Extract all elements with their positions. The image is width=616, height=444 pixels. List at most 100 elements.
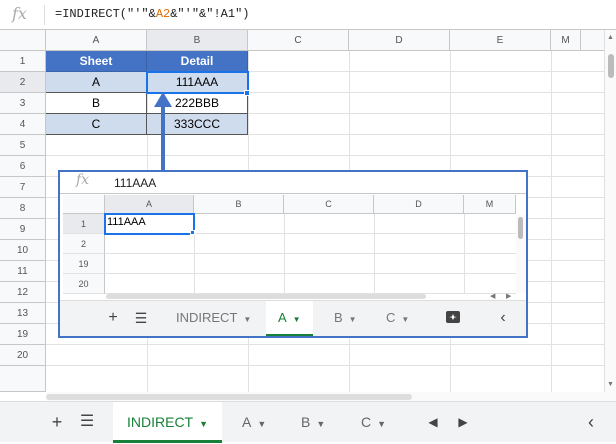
inset-formula-bar: fx 111AAA — [60, 172, 526, 194]
vertical-scroll-thumb[interactable] — [608, 54, 614, 78]
tab-label: INDIRECT — [127, 414, 194, 430]
row-header[interactable]: 7 — [0, 177, 46, 198]
header-cell-detail[interactable]: Detail — [147, 51, 248, 72]
inset-grid-lines — [105, 214, 516, 294]
inset-tab-a: A ▼ — [266, 301, 313, 336]
row-header[interactable]: 20 — [0, 345, 46, 366]
row-header[interactable]: 4 — [0, 114, 46, 135]
inset-column-header-m: M — [464, 195, 516, 214]
fx-icon: fx — [12, 4, 27, 23]
row-header[interactable]: 3 — [0, 93, 46, 114]
header-cell-sheet[interactable]: Sheet — [46, 51, 147, 72]
row-header-blank — [0, 366, 46, 392]
row-header[interactable]: 8 — [0, 198, 46, 219]
add-sheet-icon[interactable]: + — [42, 402, 72, 443]
table-cell[interactable]: B — [46, 93, 147, 114]
row-header[interactable]: 1 — [0, 51, 46, 72]
row-header[interactable]: 11 — [0, 261, 46, 282]
inset-explore-icon — [440, 301, 466, 336]
formula-input[interactable]: =INDIRECT("'"&A2&"'"&"!A1") — [55, 7, 249, 21]
tab-a[interactable]: A ▼ — [228, 402, 280, 443]
fill-handle[interactable] — [244, 90, 250, 96]
inset-tab-indirect: INDIRECT ▼ — [164, 301, 263, 336]
chevron-down-icon: ▼ — [316, 419, 326, 429]
chevron-down-icon: ▼ — [348, 315, 357, 324]
inset-sheet-tabs: + ☰ INDIRECT ▼ A ▼ B ▼ C ▼ ‹ — [60, 300, 526, 336]
inset-scroll-right-icon: ▶ — [506, 293, 512, 300]
scroll-tabs-left-icon[interactable]: ◀ — [418, 402, 448, 443]
tab-label: A — [242, 414, 252, 430]
chevron-down-icon: ▼ — [292, 315, 301, 324]
row-header[interactable]: 13 — [0, 303, 46, 324]
formula-part: &"'"&"! — [170, 7, 221, 21]
column-header-m[interactable]: M — [551, 30, 581, 51]
inset-vertical-scrollbar — [516, 215, 526, 293]
inset-formula-value: 111AAA — [114, 176, 157, 190]
row-header[interactable]: 5 — [0, 135, 46, 156]
tab-b[interactable]: B ▼ — [287, 402, 339, 443]
all-sheets-icon[interactable]: ☰ — [72, 402, 102, 443]
table-cell[interactable]: A — [46, 72, 147, 93]
row-header[interactable]: 6 — [0, 156, 46, 177]
inset-row-header: 2 — [63, 234, 105, 254]
inset-horizontal-scrollbar — [106, 293, 524, 300]
scroll-down-icon[interactable]: ▼ — [607, 381, 614, 388]
inset-tab-label: INDIRECT — [176, 310, 238, 325]
inset-cell-a1: 111AAA — [107, 216, 146, 228]
row-header[interactable]: 10 — [0, 240, 46, 261]
tab-label: B — [301, 414, 311, 430]
inset-fill-handle — [190, 230, 195, 235]
inset-add-sheet-icon: + — [108, 309, 118, 326]
inset-column-header-a: A — [105, 195, 194, 214]
inset-hscroll-thumb — [106, 294, 426, 299]
tab-c[interactable]: C ▼ — [347, 402, 400, 443]
inset-column-header-c: C — [284, 195, 374, 214]
table-cell[interactable]: 111AAA — [147, 72, 248, 93]
column-header-c[interactable]: C — [248, 30, 349, 51]
inset-tab-label: A — [278, 310, 287, 325]
inset-tab-label: C — [386, 310, 396, 325]
tab-indirect[interactable]: INDIRECT ▼ — [113, 402, 223, 443]
inset-tab-b: B ▼ — [322, 301, 369, 336]
formula-bar-divider — [44, 5, 45, 25]
tab-label: C — [361, 414, 372, 430]
formula-part: =INDIRECT("'"& — [55, 7, 156, 21]
inset-scroll-left-icon: ◀ — [490, 293, 496, 300]
inset-collapse-icon: ‹ — [500, 309, 506, 326]
column-header-a[interactable]: A — [46, 30, 147, 51]
chevron-down-icon: ▼ — [243, 315, 252, 324]
horizontal-scroll-thumb[interactable] — [46, 394, 412, 400]
formula-ref-a1: A1 — [220, 7, 236, 21]
inset-row-header: 19 — [63, 254, 105, 274]
inset-corner-cell — [63, 195, 105, 214]
column-header-b[interactable]: B — [147, 30, 248, 51]
collapse-icon[interactable]: ‹ — [576, 402, 606, 443]
row-header[interactable]: 2 — [0, 72, 46, 93]
inset-row-header: 20 — [63, 274, 105, 294]
table-cell[interactable]: C — [46, 114, 147, 135]
inset-column-header-d: D — [374, 195, 464, 214]
vertical-scrollbar[interactable]: ▲ ▼ — [604, 30, 616, 392]
row-header[interactable]: 12 — [0, 282, 46, 303]
row-header[interactable]: 9 — [0, 219, 46, 240]
fx-icon: fx — [76, 172, 90, 188]
inset-tab-c: C ▼ — [374, 301, 421, 336]
column-header-e[interactable]: E — [450, 30, 551, 51]
inset-vscroll-thumb — [518, 217, 523, 239]
column-header-blank — [581, 30, 604, 51]
inset-row-header: 1 — [63, 214, 105, 234]
corner-cell[interactable] — [0, 30, 46, 51]
column-header-d[interactable]: D — [349, 30, 450, 51]
sheet-tab-bar: + ☰ INDIRECT ▼ A ▼ B ▼ C ▼ ◀ ▶ ‹ — [0, 401, 616, 443]
chevron-down-icon: ▼ — [377, 419, 387, 429]
formula-part: ") — [235, 7, 250, 21]
scroll-up-icon[interactable]: ▲ — [607, 34, 614, 41]
row-header[interactable]: 19 — [0, 324, 46, 345]
inset-column-header-b: B — [194, 195, 284, 214]
scroll-tabs-right-icon[interactable]: ▶ — [448, 402, 478, 443]
horizontal-scrollbar[interactable] — [46, 392, 616, 401]
formula-bar: fx =INDIRECT("'"&A2&"'"&"!A1") — [0, 0, 616, 30]
formula-ref-a2: A2 — [155, 7, 171, 21]
chevron-down-icon: ▼ — [257, 419, 267, 429]
inset-tab-label: B — [334, 310, 343, 325]
